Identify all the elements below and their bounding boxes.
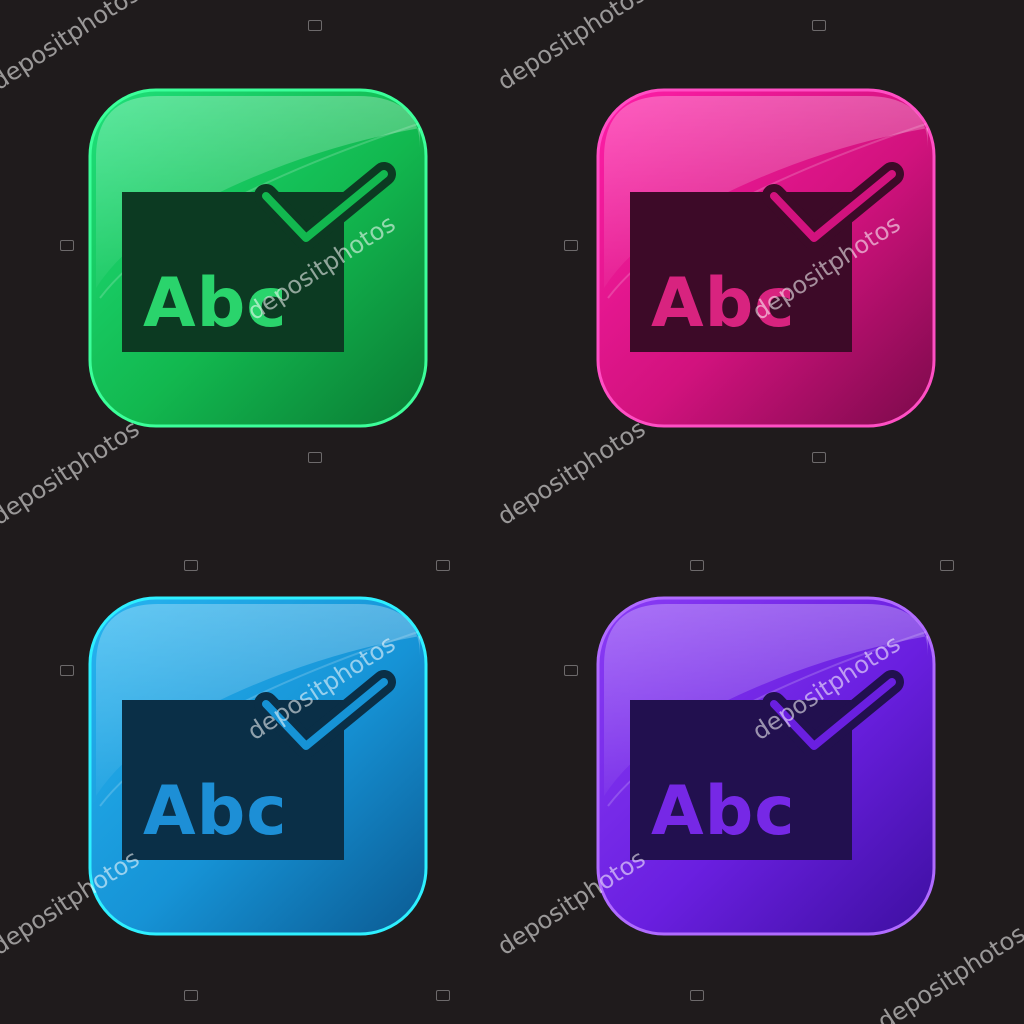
abc-label: Abc xyxy=(651,772,796,851)
camera-icon xyxy=(690,560,704,571)
purple-tile-graphic: Abc xyxy=(596,596,936,936)
abc-label: Abc xyxy=(651,264,796,343)
pink-tile-graphic: Abc xyxy=(596,88,936,428)
camera-icon xyxy=(940,560,954,571)
camera-icon xyxy=(60,240,74,251)
blue-glass-tile: Abc xyxy=(88,596,428,936)
camera-icon xyxy=(690,990,704,1001)
camera-icon xyxy=(436,560,450,571)
camera-icon xyxy=(184,990,198,1001)
purple-glass-tile: Abc xyxy=(596,596,936,936)
abc-label: Abc xyxy=(143,772,288,851)
camera-icon xyxy=(184,560,198,571)
watermark: depositphotos xyxy=(0,414,145,531)
watermark: depositphotos xyxy=(492,414,651,531)
camera-icon xyxy=(564,240,578,251)
camera-icon xyxy=(436,990,450,1001)
green-tile-graphic: Abc xyxy=(88,88,428,428)
camera-icon xyxy=(60,665,74,676)
abc-label: Abc xyxy=(143,264,288,343)
camera-icon xyxy=(812,20,826,31)
pink-glass-tile: Abc xyxy=(596,88,936,428)
watermark: depositphotos xyxy=(492,0,651,96)
blue-tile-graphic: Abc xyxy=(88,596,428,936)
icon-sheet: Abc Abc Abc Abc depositphotos depositpho… xyxy=(0,0,1024,1024)
camera-icon xyxy=(812,452,826,463)
watermark: depositphotos xyxy=(0,0,145,96)
green-glass-tile: Abc xyxy=(88,88,428,428)
camera-icon xyxy=(308,452,322,463)
camera-icon xyxy=(564,665,578,676)
camera-icon xyxy=(308,20,322,31)
